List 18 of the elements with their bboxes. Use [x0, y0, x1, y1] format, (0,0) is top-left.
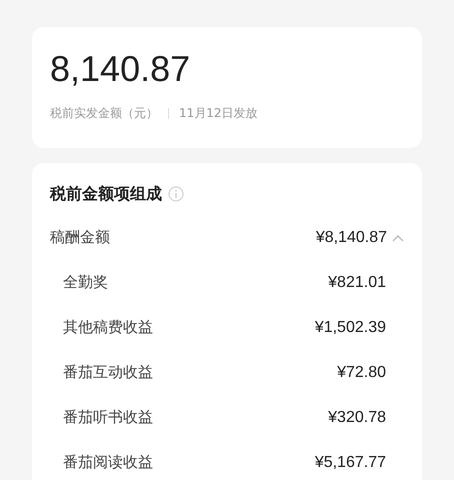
total-amount: 8,140.87	[50, 47, 192, 91]
item-amount: ¥8,140.87	[316, 228, 387, 246]
item-amount: ¥320.78	[328, 408, 386, 426]
item-amount: ¥821.01	[328, 274, 386, 292]
info-icon[interactable]	[168, 186, 184, 202]
item-label: 番茄听书收益	[63, 408, 153, 427]
item-amount: ¥5,167.77	[314, 454, 386, 472]
section-title: 税前金额项组成	[50, 184, 162, 204]
item-amount: ¥72.80	[337, 364, 386, 382]
item-label: 番茄阅读收益	[63, 453, 153, 472]
item-label: 其他稿费收益	[63, 318, 153, 337]
payment-date: 11月12日发放	[179, 105, 258, 122]
earnings-row[interactable]: 稿酬金额 ¥8,140.87	[50, 215, 404, 260]
item-label: 稿酬金额	[50, 228, 110, 247]
amount-label: 税前实发金额（元）	[50, 105, 158, 122]
item-amount: ¥1,502.39	[314, 318, 386, 336]
item-label: 全勤奖	[63, 273, 108, 292]
item-label: 番茄互动收益	[63, 363, 153, 382]
